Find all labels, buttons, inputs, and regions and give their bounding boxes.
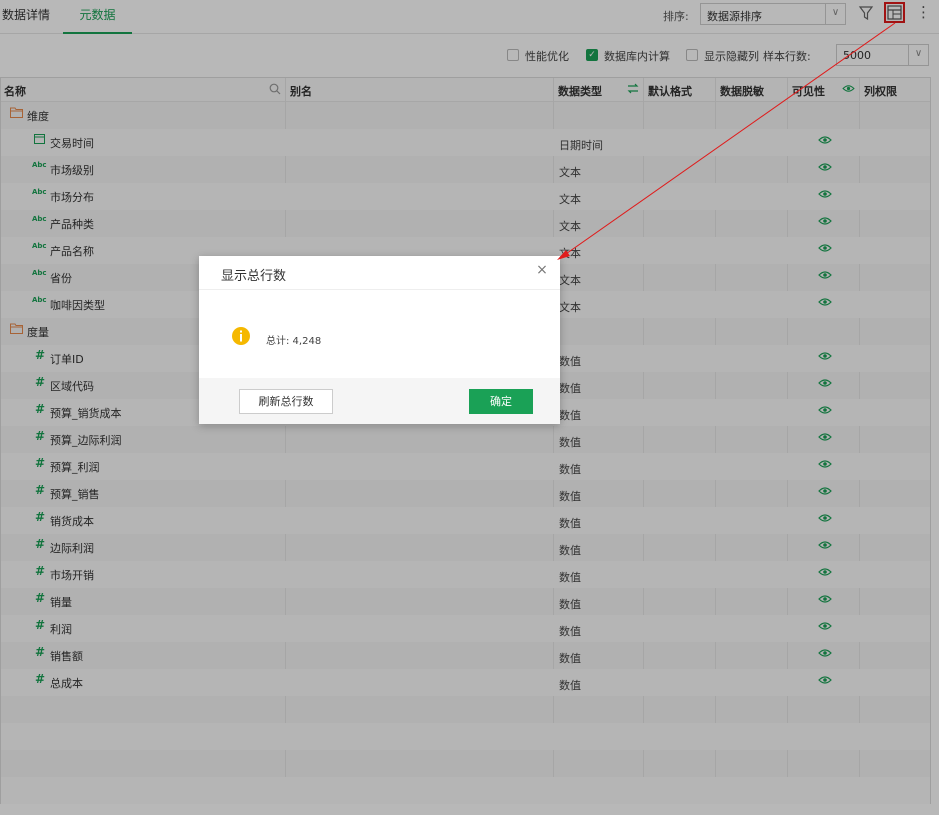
total-rows-message: 总计: 4,248	[266, 336, 322, 347]
dialog-title: 显示总行数	[221, 269, 287, 284]
total-rows-dialog: 显示总行数 × 总计: 4,248 刷新总行数 确定	[199, 256, 560, 424]
refresh-total-rows-button[interactable]: 刷新总行数	[239, 389, 333, 414]
confirm-button[interactable]: 确定	[469, 389, 533, 414]
info-icon	[232, 327, 250, 345]
close-icon[interactable]: ×	[535, 262, 549, 278]
dialog-footer: 刷新总行数 确定	[199, 378, 560, 424]
divider	[199, 289, 560, 290]
